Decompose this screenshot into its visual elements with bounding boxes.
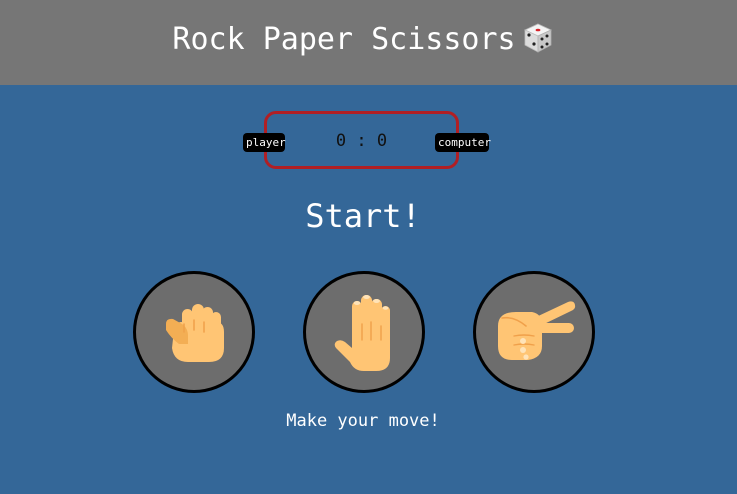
page-title: Rock Paper Scissors: [0, 20, 726, 60]
score-separator: :: [356, 131, 367, 151]
paper-button[interactable]: [303, 271, 425, 393]
player-score: 0: [335, 131, 347, 151]
rock-hand-icon: [166, 304, 224, 362]
scissors-button[interactable]: [473, 271, 595, 393]
scissors-hand-icon: [498, 301, 576, 360]
instruction-text: Make your move!: [286, 411, 440, 431]
title-text: Rock Paper Scissors: [172, 22, 516, 57]
computer-badge: computer: [435, 133, 491, 152]
rock-button[interactable]: [133, 271, 255, 393]
player-badge: player: [243, 133, 286, 152]
paper-hand-icon: [334, 295, 390, 371]
score-display: 0 : 0: [264, 130, 459, 152]
result-text: Start!: [305, 197, 421, 235]
dice-icon: [523, 23, 552, 53]
computer-score: 0: [376, 131, 388, 151]
